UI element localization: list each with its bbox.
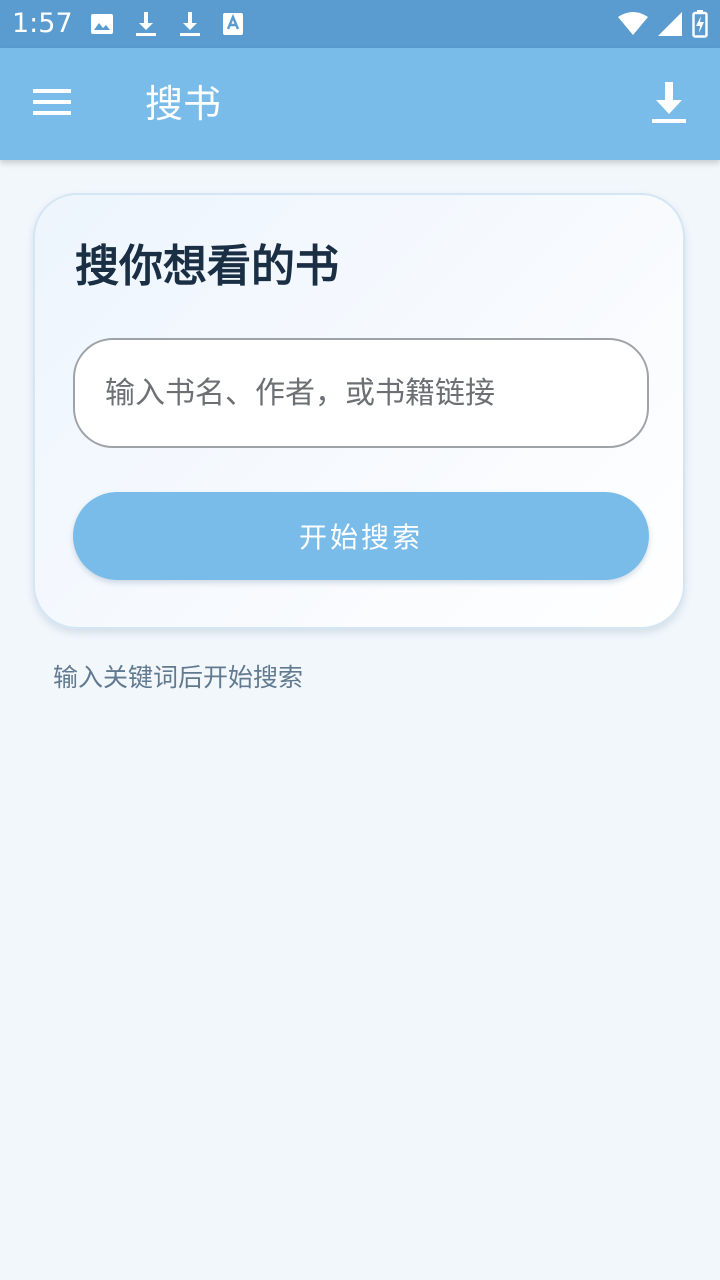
wifi-icon bbox=[618, 12, 648, 36]
page-title: 搜书 bbox=[145, 82, 222, 126]
download-button[interactable] bbox=[638, 74, 700, 136]
hint-text: 输入关键词后开始搜索 bbox=[53, 663, 304, 692]
status-time: 1:57 bbox=[12, 8, 73, 39]
download-icon bbox=[652, 82, 686, 128]
battery-charging-icon bbox=[692, 10, 708, 38]
menu-button[interactable] bbox=[22, 74, 82, 134]
download-icon bbox=[178, 10, 202, 38]
cell-signal-icon bbox=[658, 12, 682, 36]
text-a-icon bbox=[222, 12, 244, 36]
notification-icons bbox=[90, 10, 244, 38]
search-input[interactable] bbox=[73, 338, 649, 448]
menu-icon bbox=[33, 88, 71, 120]
search-card: 搜你想看的书 开始搜索 bbox=[33, 193, 685, 629]
image-icon bbox=[90, 12, 114, 36]
system-icons bbox=[618, 10, 708, 38]
start-search-button[interactable]: 开始搜索 bbox=[73, 492, 649, 580]
download-icon bbox=[134, 10, 158, 38]
app-bar: 搜书 bbox=[0, 48, 720, 160]
card-title: 搜你想看的书 bbox=[75, 241, 339, 292]
status-bar: 1:57 bbox=[0, 0, 720, 48]
